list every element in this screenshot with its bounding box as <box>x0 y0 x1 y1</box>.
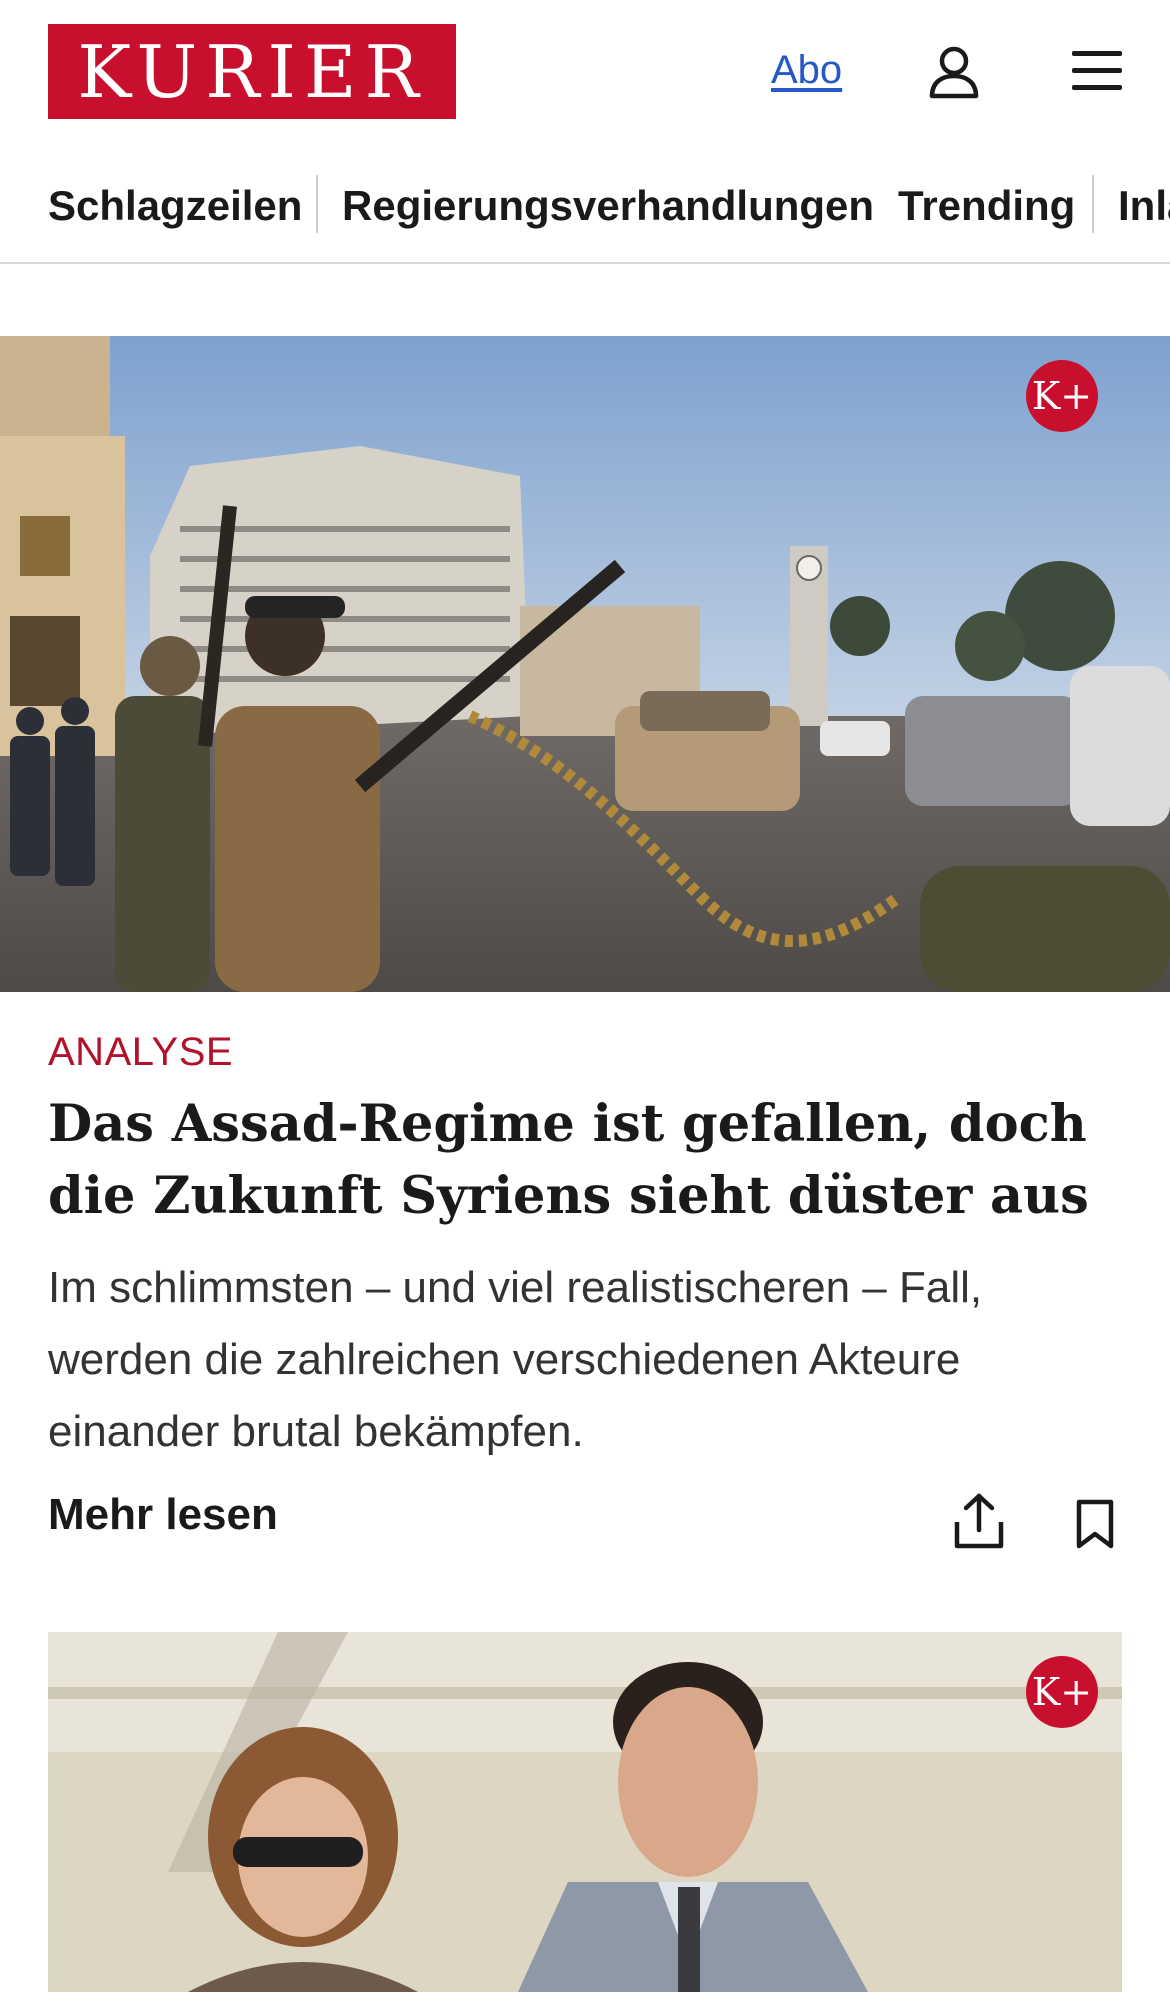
bookmark-icon <box>1076 1499 1114 1549</box>
nav-item-trending[interactable]: Trending <box>898 182 1075 230</box>
nav-item-inland[interactable]: Inla <box>1118 182 1170 230</box>
kurier-logo[interactable]: KURIER <box>48 24 456 119</box>
user-icon <box>929 46 979 99</box>
abo-link[interactable]: Abo <box>771 48 842 93</box>
account-button[interactable] <box>926 44 982 100</box>
bookmark-button[interactable] <box>1074 1498 1116 1550</box>
article-image[interactable]: K+ <box>0 336 1170 992</box>
hamburger-menu-icon <box>1072 51 1122 90</box>
menu-button[interactable] <box>1070 46 1126 96</box>
k-plus-badge-label: K+ <box>1031 1670 1093 1714</box>
share-button[interactable] <box>952 1492 1006 1550</box>
second-photo <box>48 1632 1122 1992</box>
article-teaser-text: Im schlimmsten – und viel realistischere… <box>48 1263 983 1456</box>
article-headline[interactable]: Das Assad-Regime ist gefallen, doch die … <box>48 1088 1128 1232</box>
nav-item-schlagzeilen[interactable]: Schlagzeilen <box>48 182 302 230</box>
k-plus-badge[interactable]: K+ <box>1026 1656 1098 1728</box>
site-header: KURIER Abo <box>0 0 1170 145</box>
nav-item-regierungsverhandlungen[interactable]: Regierungsverhandlungen <box>342 182 874 230</box>
hero-photo <box>0 336 1170 992</box>
category-nav: Schlagzeilen Regierungsverhandlungen Tre… <box>0 160 1170 264</box>
share-icon <box>954 1493 1004 1549</box>
k-plus-badge-label: K+ <box>1031 374 1093 418</box>
read-more-link[interactable]: Mehr lesen <box>48 1490 278 1540</box>
nav-separator <box>316 175 318 233</box>
article-image[interactable]: K+ <box>48 1632 1122 1992</box>
nav-separator <box>1092 175 1094 233</box>
k-plus-badge[interactable]: K+ <box>1026 360 1098 432</box>
article-kicker: ANALYSE <box>48 1030 234 1074</box>
logo-text: KURIER <box>77 29 427 114</box>
